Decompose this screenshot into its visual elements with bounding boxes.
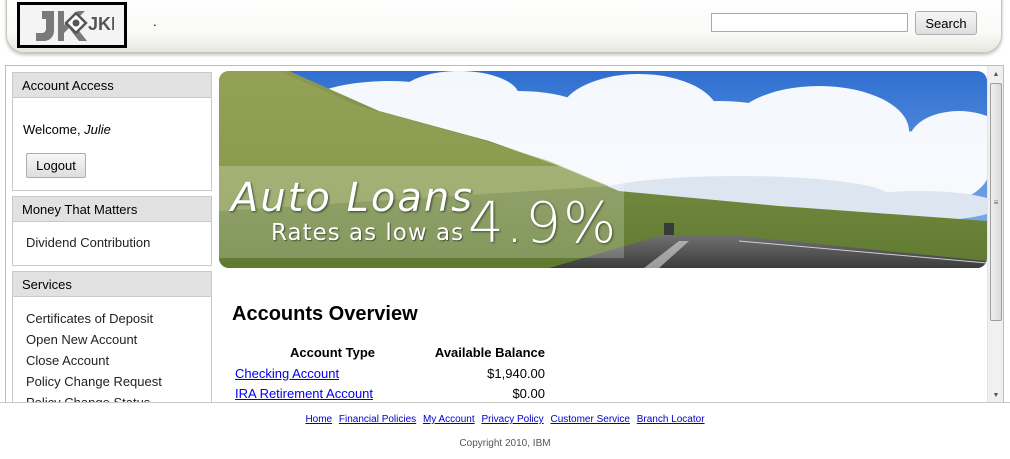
header-separator: . [153, 14, 157, 29]
user-name: Julie [84, 122, 111, 137]
column-header-available-balance: Available Balance [434, 344, 545, 360]
balance-value: $0.00 [512, 385, 545, 401]
accounts-table: Account Type Available Balance Checking … [235, 344, 545, 402]
page-title: Accounts Overview [232, 303, 418, 325]
search-button[interactable]: Search [915, 11, 977, 35]
footer-link-customer-service[interactable]: Customer Service [550, 414, 629, 425]
footer: Home Financial Policies My Account Priva… [0, 402, 1010, 459]
sidebar-item-dividend-contribution[interactable]: Dividend Contribution [26, 232, 150, 253]
logo[interactable]: JKE [17, 2, 127, 48]
welcome-prefix: Welcome, [23, 122, 85, 137]
sidebar-item-open-new-account[interactable]: Open New Account [26, 329, 162, 350]
money-that-matters-title: Money That Matters [13, 197, 211, 222]
sidebar-item-policy-change-status[interactable]: Policy Change Status [26, 392, 162, 402]
footer-link-home[interactable]: Home [305, 414, 332, 425]
column-header-account-type: Account Type [290, 344, 375, 360]
banner-title: Auto Loans [231, 175, 475, 221]
footer-link-financial-policies[interactable]: Financial Policies [339, 414, 416, 425]
table-header-row: Account Type Available Balance [235, 344, 545, 363]
header-area: JKE . Search [0, 0, 1010, 62]
money-that-matters-panel: Money That Matters Dividend Contribution [12, 196, 212, 266]
welcome-message: Welcome, Julie [23, 122, 111, 137]
banner-rate: 4.9% [468, 191, 619, 256]
sidebar-item-certificates-of-deposit[interactable]: Certificates of Deposit [26, 308, 162, 329]
account-link-checking[interactable]: Checking Account [235, 366, 339, 381]
search-input[interactable] [711, 13, 908, 32]
table-row: Checking Account $1,940.00 [235, 363, 545, 383]
sidebar-item-policy-change-request[interactable]: Policy Change Request [26, 371, 162, 392]
logo-graphic: JKE [36, 11, 114, 41]
footer-link-my-account[interactable]: My Account [423, 414, 475, 425]
account-access-title: Account Access [13, 73, 211, 98]
services-panel: Services Certificates of Deposit Open Ne… [12, 271, 212, 402]
footer-link-privacy-policy[interactable]: Privacy Policy [481, 414, 543, 425]
scroll-thumb[interactable]: ≡ [990, 83, 1002, 321]
vertical-scrollbar[interactable]: ▲ ≡ ▼ [987, 66, 1003, 402]
banner-subtitle: Rates as low as [271, 220, 465, 246]
scroll-up-arrow-icon[interactable]: ▲ [988, 66, 1003, 82]
copyright-text: Copyright 2010, IBM [459, 438, 551, 449]
services-title: Services [13, 272, 211, 297]
balance-value: $1,940.00 [487, 365, 545, 381]
footer-links: Home Financial Policies My Account Priva… [0, 414, 1010, 425]
promo-banner[interactable]: Auto Loans Rates as low as 4.9% [219, 71, 987, 268]
footer-link-branch-locator[interactable]: Branch Locator [637, 414, 705, 425]
scroll-down-arrow-icon[interactable]: ▼ [988, 387, 1003, 402]
content-frame: Account Access Welcome, Julie Logout Mon… [5, 65, 1004, 402]
account-link-ira-retirement[interactable]: IRA Retirement Account [235, 386, 373, 401]
account-access-panel: Account Access Welcome, Julie Logout [12, 72, 212, 191]
sidebar-item-close-account[interactable]: Close Account [26, 350, 162, 371]
table-row: IRA Retirement Account $0.00 [235, 383, 545, 402]
logo-text: JKE [88, 14, 114, 34]
scroll-grip-icon: ≡ [993, 197, 999, 207]
logout-button[interactable]: Logout [26, 153, 86, 178]
